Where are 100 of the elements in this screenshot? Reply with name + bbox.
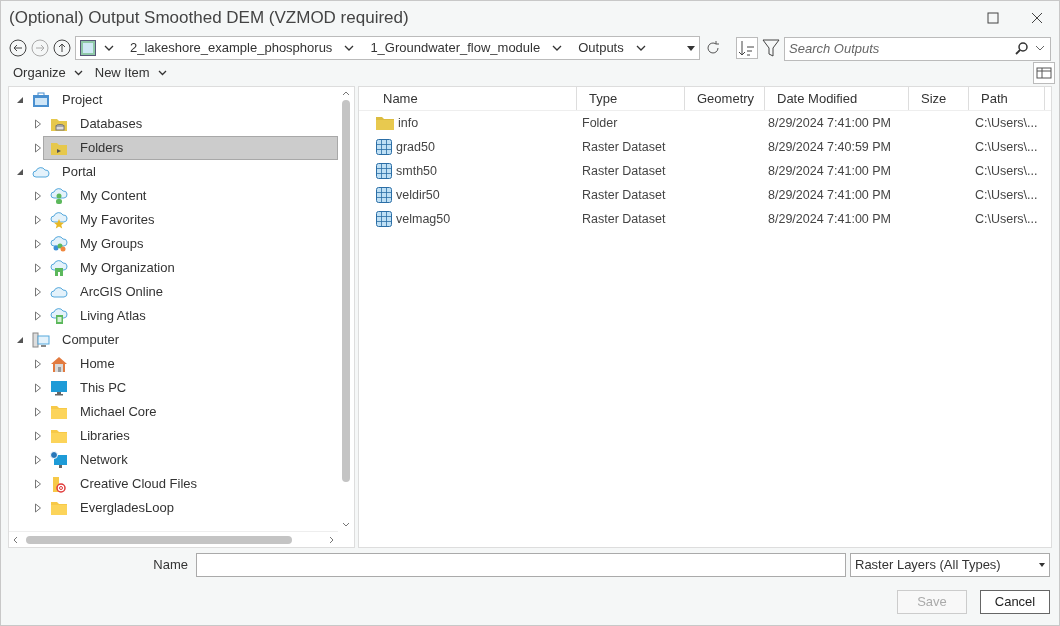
file-path: C:\Users\... <box>975 163 1038 178</box>
chevron-down-icon[interactable] <box>635 45 646 51</box>
filter-icon[interactable] <box>762 38 780 58</box>
collapsed-triangle-icon[interactable] <box>34 407 42 417</box>
dropdown-triangle-icon[interactable] <box>687 45 695 51</box>
file-name: grad50 <box>396 138 435 156</box>
collapsed-triangle-icon[interactable] <box>34 215 42 225</box>
scroll-left-icon[interactable] <box>13 535 18 544</box>
filter-dropdown[interactable]: Raster Layers (All Types) <box>850 553 1050 577</box>
column-header[interactable]: Name <box>359 87 577 110</box>
file-name: velmag50 <box>396 210 451 228</box>
folder-icon <box>50 403 68 421</box>
collapsed-triangle-icon[interactable] <box>34 479 42 489</box>
breadcrumb-item[interactable]: Outputs <box>578 38 624 58</box>
cancel-button[interactable]: Cancel <box>980 590 1050 614</box>
file-type: Raster Dataset <box>582 187 666 202</box>
maximize-icon[interactable] <box>987 12 999 24</box>
tree-item[interactable]: Michael Core <box>43 400 338 424</box>
close-icon[interactable] <box>1031 12 1043 24</box>
file-row[interactable]: veldir50 Raster Dataset 8/29/2024 7:41:00 PM C:\Users\... <box>359 183 1051 207</box>
file-path: C:\Users\... <box>975 115 1038 130</box>
tree-item[interactable]: Libraries <box>43 424 338 448</box>
refresh-icon[interactable] <box>704 39 722 57</box>
path-bar[interactable]: 2_lakeshore_example_phosphorus 1_Groundwater_flow_module Outputs <box>75 36 700 60</box>
search-field[interactable]: Search Outputs <box>784 36 1051 61</box>
menu-button[interactable]: New Item <box>94 63 167 83</box>
home-icon <box>50 355 68 373</box>
file-name: veldir50 <box>396 186 440 204</box>
tree-item[interactable]: Project <box>25 88 338 112</box>
scroll-down-icon[interactable] <box>342 522 350 527</box>
tree-item[interactable]: Folders <box>43 136 338 160</box>
search-icon[interactable] <box>1015 41 1029 55</box>
tree-item[interactable]: EvergladesLoop <box>43 496 338 520</box>
file-path: C:\Users\... <box>975 211 1038 226</box>
collapsed-triangle-icon[interactable] <box>34 287 42 297</box>
cloud-building-icon <box>50 259 68 277</box>
column-header[interactable]: Geometry <box>685 87 765 110</box>
tree-item[interactable]: My Content <box>43 184 338 208</box>
date-modified: 8/29/2024 7:40:59 PM <box>768 139 891 154</box>
raster-grid-icon <box>376 187 392 203</box>
date-modified: 8/29/2024 7:41:00 PM <box>768 163 891 178</box>
back-icon[interactable] <box>9 39 27 57</box>
scroll-up-icon[interactable] <box>342 91 350 96</box>
collapsed-triangle-icon[interactable] <box>34 359 42 369</box>
tree-item[interactable]: Computer <box>25 328 338 352</box>
collapsed-triangle-icon[interactable] <box>34 263 42 273</box>
folder-icon <box>50 499 68 517</box>
tree-item[interactable]: My Favorites <box>43 208 338 232</box>
chevron-down-icon[interactable] <box>344 45 355 51</box>
breadcrumb-item[interactable]: 1_Groundwater_flow_module <box>370 38 541 58</box>
cloud-star-icon <box>50 211 68 229</box>
chevron-down-icon[interactable] <box>104 45 114 51</box>
up-icon[interactable] <box>53 39 71 57</box>
collapsed-triangle-icon[interactable] <box>34 191 42 201</box>
computer-icon <box>32 331 50 349</box>
expanded-triangle-icon[interactable] <box>16 336 24 344</box>
view-layout-icon[interactable] <box>1033 62 1055 84</box>
file-type: Raster Dataset <box>582 139 666 154</box>
file-row[interactable]: smth50 Raster Dataset 8/29/2024 7:41:00 PM C:\Users\... <box>359 159 1051 183</box>
tree-item[interactable]: Creative Cloud Files <box>43 472 338 496</box>
tree-item[interactable]: Living Atlas <box>43 304 338 328</box>
chevron-down-icon[interactable] <box>552 45 563 51</box>
column-header[interactable]: Size <box>909 87 969 110</box>
breadcrumb-item[interactable]: 2_lakeshore_example_phosphorus <box>130 38 333 58</box>
scroll-right-icon[interactable] <box>329 535 334 544</box>
tree-item[interactable]: Portal <box>25 160 338 184</box>
tree-item[interactable]: Databases <box>43 112 338 136</box>
tree-item[interactable]: Home <box>43 352 338 376</box>
expanded-triangle-icon[interactable] <box>16 168 24 176</box>
collapsed-triangle-icon[interactable] <box>34 383 42 393</box>
raster-grid-icon <box>376 211 392 227</box>
monitor-icon <box>50 379 68 397</box>
file-type: Folder <box>582 115 618 130</box>
name-field[interactable] <box>196 553 846 577</box>
collapsed-triangle-icon[interactable] <box>34 239 42 249</box>
column-header[interactable]: Path <box>969 87 1045 110</box>
menu-button[interactable]: Organize <box>13 63 83 83</box>
folder-icon <box>50 427 68 445</box>
file-row[interactable]: grad50 Raster Dataset 8/29/2024 7:40:59 PM C:\Users\... <box>359 135 1051 159</box>
tree-item[interactable]: ArcGIS Online <box>43 280 338 304</box>
collapsed-triangle-icon[interactable] <box>34 311 42 321</box>
collapsed-triangle-icon[interactable] <box>34 119 42 129</box>
column-header[interactable]: Date Modified <box>765 87 909 110</box>
tree-item[interactable]: My Organization <box>43 256 338 280</box>
chevron-down-icon[interactable] <box>1035 45 1045 51</box>
collapsed-triangle-icon[interactable] <box>34 431 42 441</box>
tree-item[interactable]: Network <box>43 448 338 472</box>
column-header[interactable]: Type <box>577 87 685 110</box>
window-title: (Optional) Output Smoothed DEM (VZMOD required) <box>9 7 410 30</box>
tree-item[interactable]: This PC <box>43 376 338 400</box>
expanded-triangle-icon[interactable] <box>16 96 24 104</box>
collapsed-triangle-icon[interactable] <box>34 143 42 153</box>
file-row[interactable]: velmag50 Raster Dataset 8/29/2024 7:41:00 PM C:\Users\... <box>359 207 1051 231</box>
map-icon <box>80 40 96 56</box>
collapsed-triangle-icon[interactable] <box>34 503 42 513</box>
name-label: Name <box>152 556 188 575</box>
horizontal-scrollbar[interactable] <box>9 531 338 547</box>
tree-item[interactable]: My Groups <box>43 232 338 256</box>
collapsed-triangle-icon[interactable] <box>34 455 42 465</box>
file-row[interactable]: info Folder 8/29/2024 7:41:00 PM C:\Users\... <box>359 111 1051 135</box>
